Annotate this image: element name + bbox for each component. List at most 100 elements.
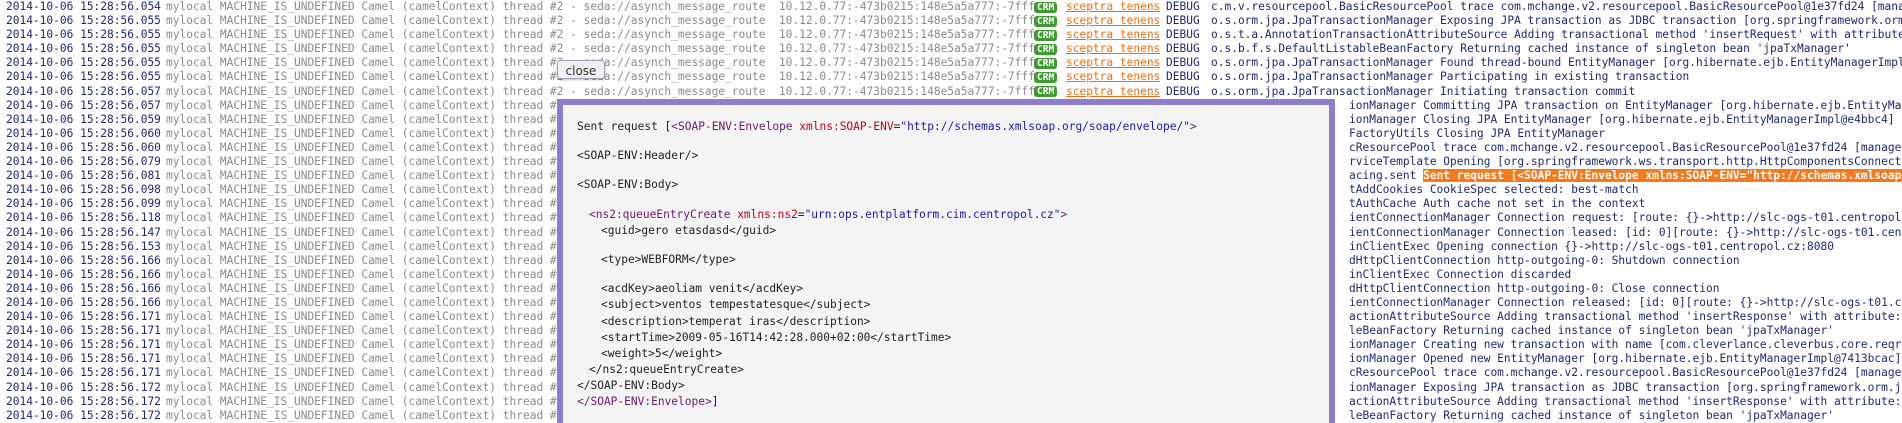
log-timestamp: 2014-10-06 15:28:56.171 (6, 352, 161, 366)
log-row: 2014-10-06 15:28:56.055 mylocal MACHINE_I… (6, 28, 1902, 42)
log-row: 2014-10-06 15:28:56.054 mylocal MACHINE_I… (6, 0, 1902, 14)
log-meta: mylocal MACHINE_IS_UNDEFINED Camel (came… (166, 0, 1035, 13)
log-message-tail: cResourcePool trace com.mchange.v2.resou… (1349, 140, 1902, 154)
log-message: o.s.orm.jpa.JpaTransactionManager Partic… (1211, 70, 1690, 84)
popup-line-subject: <subject>ventos tempestatesque</subject> (601, 298, 871, 312)
log-meta: mylocal MACHINE_IS_UNDEFINED Camel (came… (166, 28, 1035, 42)
log-level: DEBUG (1166, 70, 1200, 84)
log-link[interactable]: sceptra tenens (1066, 56, 1160, 70)
log-timestamp: 2014-10-06 15:28:56.060 (6, 126, 161, 140)
log-timestamp: 2014-10-06 15:28:56.081 (6, 169, 161, 183)
log-link[interactable]: sceptra tenens (1066, 14, 1160, 28)
log-level: DEBUG (1166, 84, 1200, 98)
log-timestamp: 2014-10-06 15:28:56.055 (6, 70, 161, 84)
tag-envelope-close: </SOAP-ENV:Envelope> (577, 395, 712, 409)
popup-line-queue-entry-open: <ns2:queueEntryCreate xmlns:ns2="urn:ops… (589, 207, 1068, 221)
log-timestamp: 2014-10-06 15:28:56.172 (6, 408, 161, 422)
popup-line-description: <description>temperat iras</description> (601, 314, 871, 328)
log-message: o.s.b.f.s.DefaultListableBeanFactory Ret… (1211, 42, 1851, 56)
log-message-tail: dHttpClientConnection http-outgoing-0: C… (1349, 281, 1720, 295)
log-timestamp: 2014-10-06 15:28:56.098 (6, 183, 161, 197)
log-timestamp: 2014-10-06 15:28:56.099 (6, 197, 161, 211)
log-timestamp: 2014-10-06 15:28:56.172 (6, 394, 161, 408)
log-message-tail: tAddCookies CookieSpec selected: best-ma… (1349, 183, 1639, 197)
log-message-tail: ionManager Creating new transaction with… (1349, 338, 1902, 352)
log-timestamp: 2014-10-06 15:28:56.172 (6, 380, 161, 394)
log-timestamp: 2014-10-06 15:28:56.055 (6, 56, 161, 70)
log-message-tail: ionManager Closing JPA EntityManager [or… (1349, 112, 1902, 126)
log-row: 2014-10-06 15:28:56.055 mylocal MACHINE_I… (6, 70, 1902, 84)
popup-line-envelope: Sent request [<SOAP-ENV:Envelope xmlns:S… (577, 120, 1197, 133)
crm-badge: CRM (1034, 43, 1058, 55)
log-timestamp: 2014-10-06 15:28:56.171 (6, 310, 161, 324)
log-timestamp: 2014-10-06 15:28:56.171 (6, 366, 161, 380)
log-timestamp: 2014-10-06 15:28:56.060 (6, 140, 161, 154)
log-link[interactable]: sceptra tenens (1066, 85, 1160, 99)
popup-line-guid: <guid>gero etasdasd</guid> (601, 223, 777, 237)
log-link[interactable]: sceptra tenens (1066, 0, 1160, 14)
log-message: o.s.t.a.AnnotationTransactionAttributeSo… (1211, 28, 1902, 42)
log-message-tail: FactoryUtils Closing JPA EntityManager (1349, 126, 1605, 140)
crm-badge: CRM (1034, 57, 1058, 69)
log-timestamp: 2014-10-06 15:28:56.166 (6, 281, 161, 295)
log-timestamp: 2014-10-06 15:28:56.059 (6, 112, 161, 126)
log-message-tail: leBeanFactory Returning cached instance … (1349, 408, 1834, 422)
log-row: 2014-10-06 15:28:56.057 mylocal MACHINE_I… (6, 85, 1902, 99)
popup-line-body-close: </SOAP-ENV:Body> (577, 379, 685, 393)
close-button[interactable]: close (557, 60, 605, 79)
log-message-tail: ionManager Exposing JPA transaction as J… (1349, 380, 1902, 394)
log-message-tail: leBeanFactory Returning cached instance … (1349, 324, 1834, 338)
log-message-tail: inClientExec Connection discarded (1349, 267, 1572, 281)
log-timestamp: 2014-10-06 15:28:56.055 (6, 42, 161, 56)
log-message: o.s.orm.jpa.JpaTransactionManager Initia… (1211, 84, 1636, 98)
log-message-tail: ionManager Committing JPA transaction on… (1349, 98, 1902, 112)
log-message-tail: rviceTemplate Opening [org.springframewo… (1349, 155, 1902, 169)
attr-ns2: xmlns:ns2 (737, 207, 798, 221)
tag-gt: > (1189, 120, 1197, 133)
log-message-tail: actionAttributeSource Adding transaction… (1349, 394, 1902, 408)
log-timestamp: 2014-10-06 15:28:56.055 (6, 28, 161, 42)
log-message-tail: ientConnectionManager Connection leased:… (1349, 225, 1902, 239)
log-timestamp: 2014-10-06 15:28:56.057 (6, 98, 161, 112)
log-meta: mylocal MACHINE_IS_UNDEFINED Camel (came… (166, 14, 1035, 28)
log-message-tail: inClientExec Opening connection {}->http… (1349, 239, 1834, 253)
log-row: 2014-10-06 15:28:56.055 mylocal MACHINE_I… (6, 42, 1902, 56)
log-level: DEBUG (1166, 42, 1200, 56)
log-timestamp: 2014-10-06 15:28:56.057 (6, 84, 161, 98)
log-timestamp: 2014-10-06 15:28:56.118 (6, 211, 161, 225)
log-link[interactable]: sceptra tenens (1066, 28, 1160, 42)
tag-gt-2: > (1060, 207, 1068, 221)
message-detail-popup: Sent request [<SOAP-ENV:Envelope xmlns:S… (557, 99, 1335, 423)
crm-badge: CRM (1034, 71, 1058, 83)
log-timestamp: 2014-10-06 15:28:56.171 (6, 324, 161, 338)
log-message-tail: tAuthCache Auth cache not set in the con… (1349, 197, 1646, 211)
popup-line-type: <type>WEBFORM</type> (601, 252, 736, 266)
log-link[interactable]: sceptra tenens (1066, 42, 1160, 56)
log-message-tail-wrap: acing.sent Sent request [<SOAP-ENV:Envel… (1349, 169, 1902, 183)
log-link[interactable]: sceptra tenens (1066, 70, 1160, 84)
sent-request-label: Sent request [ (577, 120, 672, 133)
bracket-end: ] (711, 395, 719, 409)
crm-badge: CRM (1034, 86, 1058, 98)
popup-line-acdkey: <acdKey>aeoliam venit</acdKey> (601, 282, 804, 296)
log-timestamp: 2014-10-06 15:28:56.153 (6, 239, 161, 253)
tag-envelope-open: <SOAP-ENV:Envelope (671, 120, 800, 133)
highlighted-sent-request[interactable]: Sent request [<SOAP-ENV:Envelope xmlns:S… (1423, 169, 1902, 183)
attr-ns2-value: "urn:ops.entplatform.cim.centropol.cz" (804, 207, 1061, 221)
log-message-tail: acing.sent (1349, 169, 1424, 183)
attr-xmlns-value: "http://schemas.xmlsoap.org/soap/envelop… (900, 120, 1190, 133)
crm-badge: CRM (1034, 1, 1058, 13)
log-message-tail: ientConnectionManager Connection request… (1349, 211, 1902, 225)
log-timestamp: 2014-10-06 15:28:56.166 (6, 253, 161, 267)
log-timestamp: 2014-10-06 15:28:56.166 (6, 295, 161, 309)
log-message-tail: ientConnectionManager Connection release… (1349, 295, 1902, 309)
log-message: o.s.orm.jpa.JpaTransactionManager Exposi… (1211, 14, 1902, 28)
log-timestamp: 2014-10-06 15:28:56.054 (6, 0, 161, 13)
log-message: c.m.v.resourcepool.BasicResourcePool tra… (1211, 0, 1902, 13)
log-timestamp: 2014-10-06 15:28:56.171 (6, 338, 161, 352)
popup-line-weight: <weight>5</weight> (601, 346, 723, 360)
log-row: 2014-10-06 15:28:56.055 mylocal MACHINE_I… (6, 56, 1902, 70)
log-message-tail: ionManager Opened new EntityManager [org… (1349, 352, 1902, 366)
crm-badge: CRM (1034, 29, 1058, 41)
popup-line-body-open: <SOAP-ENV:Body> (577, 178, 679, 192)
